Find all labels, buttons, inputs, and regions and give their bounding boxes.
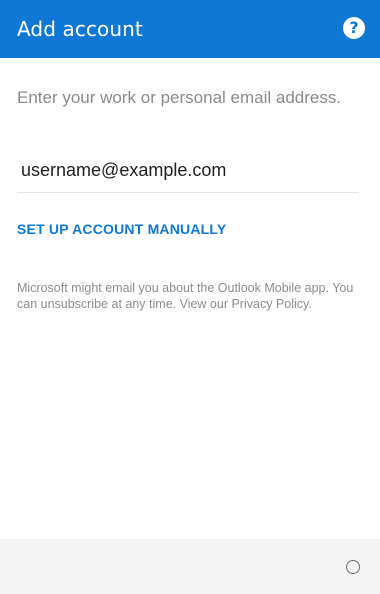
app-bar: Add account ? [0, 0, 380, 58]
page-title: Add account [17, 17, 143, 41]
privacy-disclaimer: Microsoft might email you about the Outl… [17, 281, 354, 311]
help-icon[interactable]: ? [343, 17, 365, 39]
set-up-account-manually-link[interactable]: SET UP ACCOUNT MANUALLY [17, 220, 226, 238]
email-prompt: Enter your work or personal email addres… [17, 88, 342, 107]
bottom-bar [0, 539, 380, 594]
email-field[interactable]: username@example.com [17, 155, 359, 193]
email-value: username@example.com [21, 160, 227, 180]
loading-spinner-icon [346, 560, 360, 574]
